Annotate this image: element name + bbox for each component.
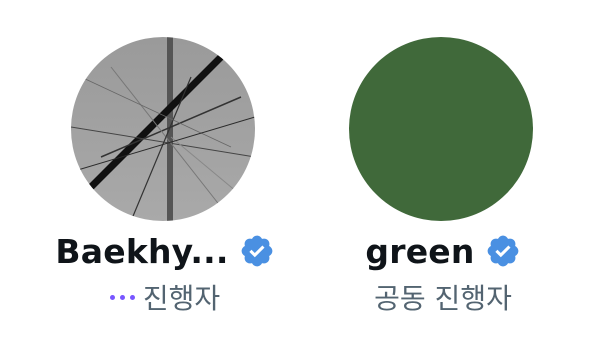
host-name[interactable]: Baekhy... — [55, 232, 228, 271]
host-card-green[interactable]: green 공동 진행자 — [313, 37, 573, 327]
avatar-baekhy[interactable] — [71, 37, 255, 221]
verified-badge-icon — [239, 233, 275, 269]
host-name[interactable]: green — [365, 232, 474, 271]
host-name-row: green — [313, 229, 573, 273]
host-role-row: 진행자 — [35, 277, 295, 317]
cohost-role-row: 공동 진행자 — [313, 277, 573, 317]
host-name-row: Baekhy... — [35, 229, 295, 273]
host-role: 진행자 — [142, 282, 221, 315]
verified-badge-icon — [485, 233, 521, 269]
avatar-green[interactable] — [349, 37, 533, 221]
avatar-abstract-art — [71, 37, 255, 221]
host-card-baekhy[interactable]: Baekhy... 진행자 — [35, 37, 295, 327]
cohost-role: 공동 진행자 — [374, 282, 512, 315]
speaking-dots-icon — [109, 294, 135, 300]
